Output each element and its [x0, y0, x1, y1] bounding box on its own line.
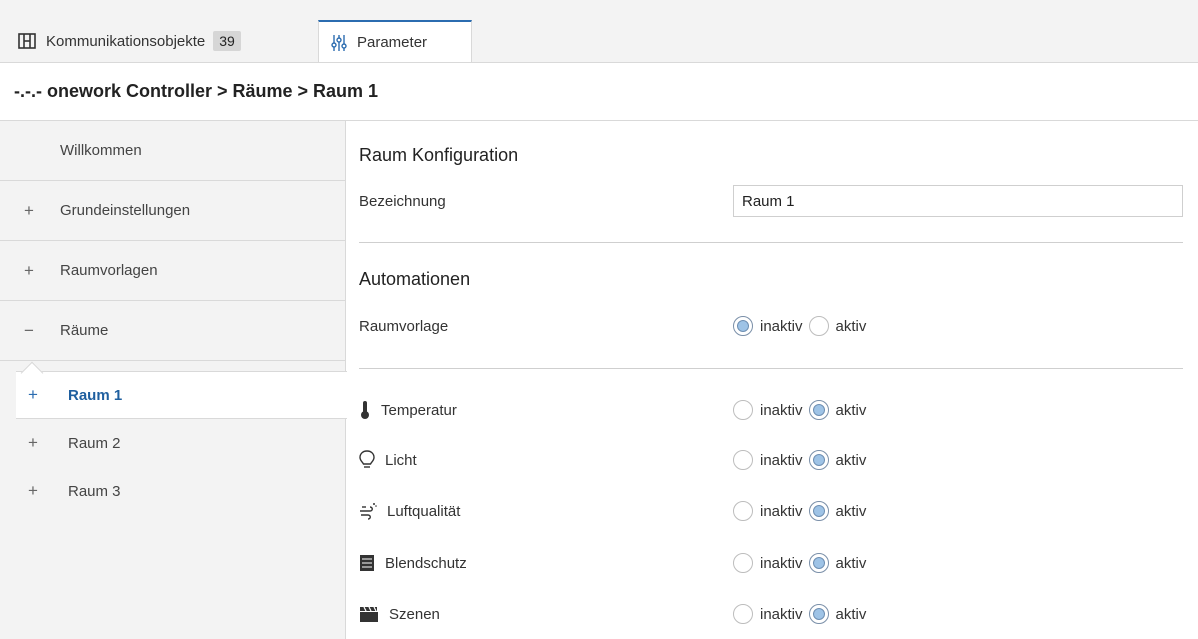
section-title-automationen: Automationen	[359, 269, 471, 289]
sidebar-item-raumvorlagen[interactable]: + Raumvorlagen	[0, 241, 346, 301]
radio-circle	[808, 501, 829, 521]
air-quality-icon	[360, 503, 377, 520]
radio-circle	[733, 316, 753, 336]
sidebar-item-label: Räume	[60, 322, 109, 339]
automation-label: Szenen	[389, 605, 440, 623]
blendschutz-radio-inaktiv[interactable]: inaktiv	[733, 553, 803, 573]
radio-label: inaktiv	[760, 605, 803, 623]
expand-plus-icon: +	[24, 200, 34, 220]
sidebar: Willkommen + Grundeinstellungen + Raumvo…	[0, 121, 347, 639]
automation-label: Blendschutz	[385, 554, 467, 572]
radio-circle	[733, 501, 753, 521]
expand-plus-icon: +	[28, 433, 38, 452]
breadcrumb: -.-.- onework Controller > Räume > Raum …	[0, 62, 1198, 121]
parameter-panel: Raum Konfiguration Bezeichnung Automatio…	[347, 121, 1198, 639]
radio-label: aktiv	[835, 605, 867, 623]
radio-circle	[808, 400, 829, 420]
radio-circle	[733, 604, 753, 624]
sidebar-item-raeume[interactable]: − Räume	[0, 301, 346, 361]
section-divider	[359, 242, 1183, 243]
tab-parameter-label: Parameter	[357, 34, 428, 51]
sidebar-item-label: Grundeinstellungen	[60, 202, 191, 219]
blendschutz-radio-group: inaktiv aktiv	[733, 551, 872, 575]
radio-label: inaktiv	[760, 451, 803, 469]
sidebar-item-label: Willkommen	[60, 142, 142, 159]
temperatur-radio-group: inaktiv aktiv	[733, 398, 872, 422]
sidebar-item-label: Raumvorlagen	[60, 262, 158, 279]
sidebar-subitem-label: Raum 2	[68, 434, 121, 452]
automation-row-label: Temperatur	[359, 398, 457, 422]
temperatur-radio-aktiv[interactable]: aktiv	[808, 400, 867, 420]
radio-label: inaktiv	[760, 502, 803, 520]
automation-label: Luftqualität	[387, 502, 461, 520]
licht-radio-inaktiv[interactable]: inaktiv	[733, 450, 803, 470]
radio-label: aktiv	[835, 451, 867, 469]
raumvorlage-label: Raumvorlage	[359, 314, 448, 338]
szenen-radio-group: inaktiv aktiv	[733, 602, 872, 626]
luftqualitaet-radio-aktiv[interactable]: aktiv	[808, 501, 867, 521]
tab-kommunikationsobjekte-label: Kommunikationsobjekte	[46, 32, 206, 50]
bezeichnung-input[interactable]	[733, 185, 1183, 217]
bezeichnung-label: Bezeichnung	[359, 189, 446, 213]
radio-label: inaktiv	[760, 317, 803, 335]
licht-radio-group: inaktiv aktiv	[733, 448, 872, 472]
radio-label: aktiv	[835, 502, 867, 520]
scene-clapper-icon	[360, 606, 378, 622]
radio-circle	[808, 604, 829, 624]
licht-radio-aktiv[interactable]: aktiv	[808, 450, 867, 470]
expand-plus-icon: +	[28, 481, 38, 500]
radio-label: inaktiv	[760, 554, 803, 572]
luftqualitaet-radio-group: inaktiv aktiv	[733, 499, 872, 523]
temperatur-radio-inaktiv[interactable]: inaktiv	[733, 400, 803, 420]
sidebar-subitem-label: Raum 3	[68, 482, 121, 500]
radio-label: aktiv	[835, 554, 867, 572]
sidebar-subitem-raum-3[interactable]: + Raum 3	[0, 467, 346, 515]
expand-plus-icon: +	[24, 260, 34, 280]
radio-circle	[808, 553, 829, 573]
sidebar-item-willkommen[interactable]: Willkommen	[0, 121, 346, 181]
section-title-raum-konfiguration: Raum Konfiguration	[359, 145, 519, 165]
raumvorlage-radio-group: inaktiv aktiv	[733, 314, 872, 338]
automation-label: Temperatur	[381, 401, 457, 419]
sidebar-subitem-label: Raum 1	[68, 386, 123, 404]
thermometer-icon	[361, 401, 369, 419]
blendschutz-radio-aktiv[interactable]: aktiv	[808, 553, 867, 573]
blind-icon	[360, 555, 374, 571]
automation-row-label: Szenen	[359, 602, 440, 626]
radio-label: aktiv	[835, 401, 867, 419]
expand-plus-icon: +	[28, 385, 38, 404]
parameter-sliders-icon	[331, 34, 347, 51]
section-divider	[359, 368, 1183, 369]
communication-objects-icon	[18, 33, 36, 49]
collapse-minus-icon: −	[24, 320, 34, 340]
radio-circle	[733, 450, 753, 470]
lightbulb-icon	[359, 450, 375, 468]
radio-label: aktiv	[835, 317, 867, 335]
tab-parameter[interactable]: Parameter	[318, 20, 472, 63]
raumvorlage-label-text: Raumvorlage	[359, 317, 449, 335]
tab-kommunikationsobjekte[interactable]: Kommunikationsobjekte 39	[8, 20, 316, 62]
radio-circle	[733, 553, 753, 573]
count-badge: 39	[213, 31, 241, 51]
szenen-radio-inaktiv[interactable]: inaktiv	[733, 604, 803, 624]
szenen-radio-aktiv[interactable]: aktiv	[808, 604, 867, 624]
sidebar-subitem-raum-2[interactable]: + Raum 2	[0, 419, 346, 467]
sidebar-subitem-raum-1[interactable]: + Raum 1	[16, 371, 347, 419]
automation-row-label: Licht	[359, 448, 417, 472]
raumvorlage-radio-aktiv[interactable]: aktiv	[808, 316, 867, 336]
bezeichnung-label-text: Bezeichnung	[359, 192, 446, 210]
radio-label: inaktiv	[760, 401, 803, 419]
raumvorlage-radio-inaktiv[interactable]: inaktiv	[733, 316, 803, 336]
radio-circle	[808, 316, 829, 336]
sidebar-item-grundeinstellungen[interactable]: + Grundeinstellungen	[0, 181, 346, 241]
luftqualitaet-radio-inaktiv[interactable]: inaktiv	[733, 501, 803, 521]
radio-circle	[808, 450, 829, 470]
radio-circle	[733, 400, 753, 420]
automation-label: Licht	[385, 451, 417, 469]
automation-row-label: Luftqualität	[359, 499, 460, 523]
automation-row-label: Blendschutz	[359, 551, 467, 575]
tab-bar: Kommunikationsobjekte 39 Parameter	[0, 0, 1198, 63]
